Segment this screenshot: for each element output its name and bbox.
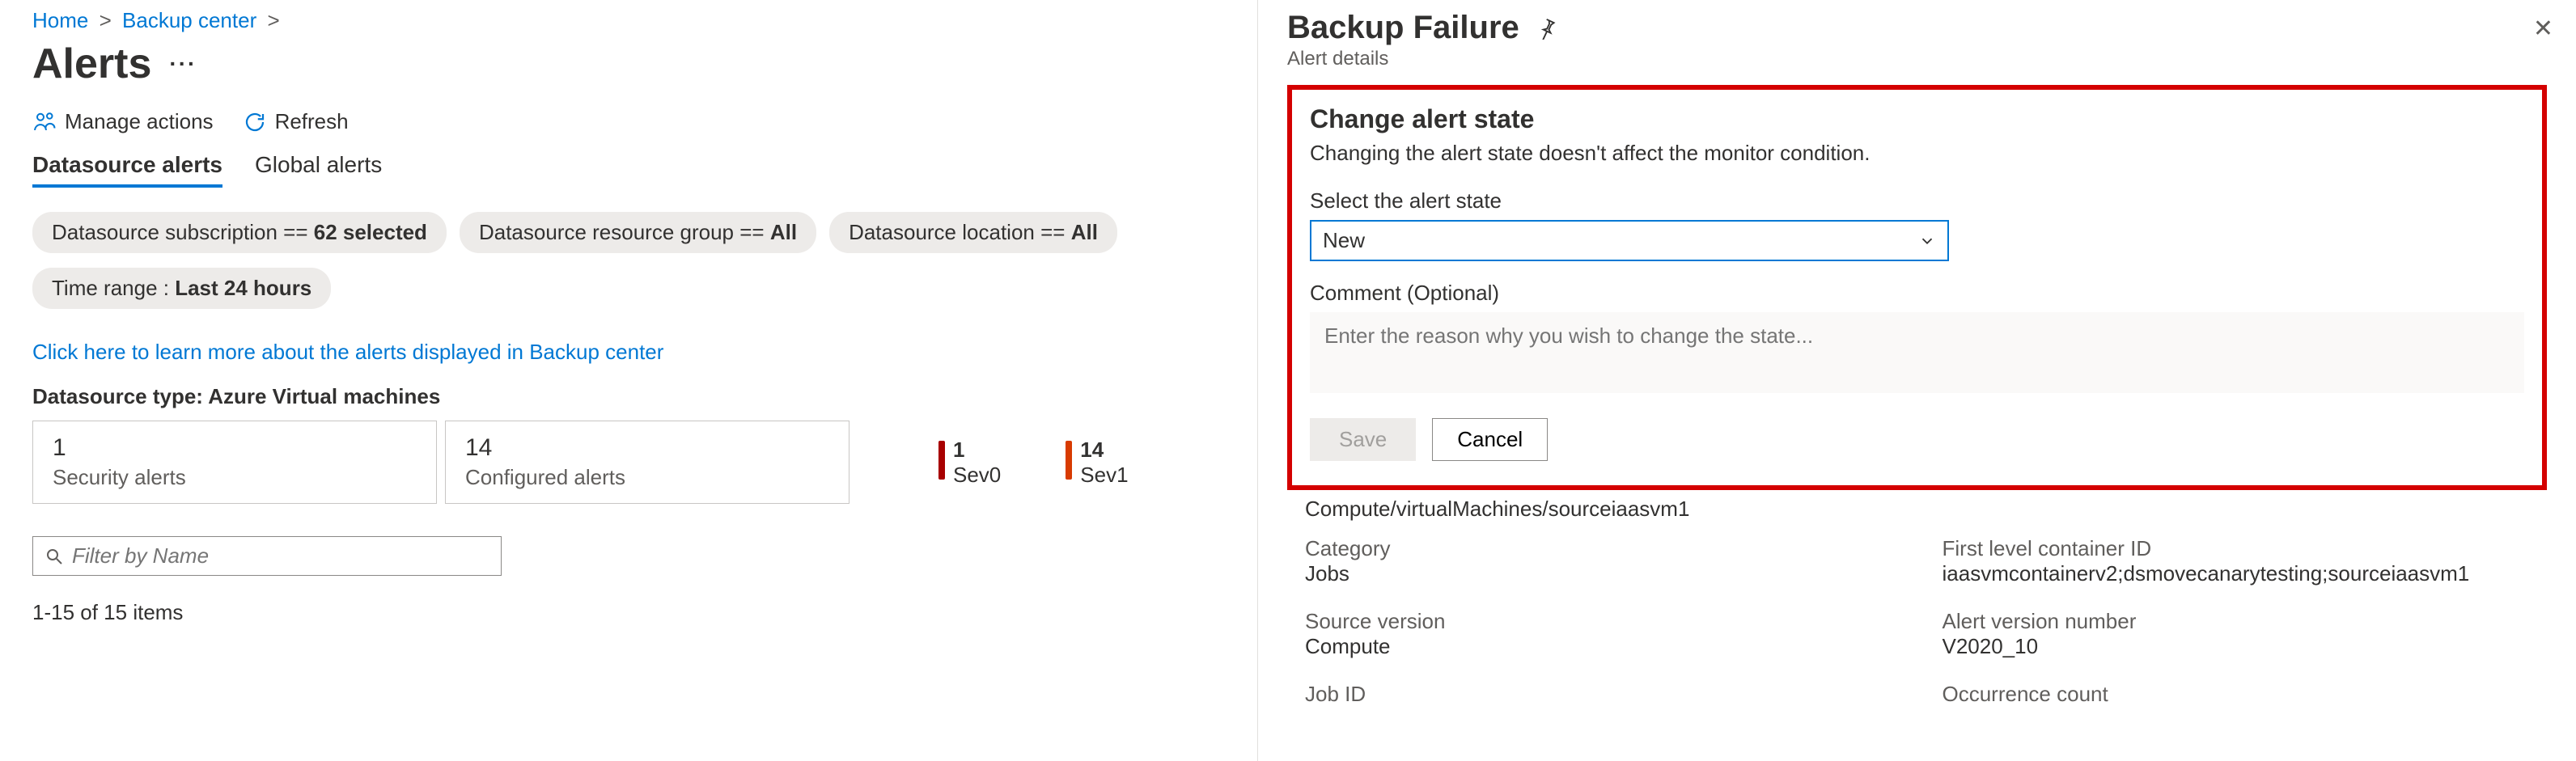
change-alert-state-box: Change alert state Changing the alert st… [1287, 85, 2547, 490]
occurrence-count-label: Occurrence count [1943, 682, 2548, 707]
configured-alerts-label: Configured alerts [465, 465, 829, 490]
change-alert-state-heading: Change alert state [1310, 104, 2524, 134]
source-version-label: Source version [1305, 609, 1910, 634]
security-alerts-count: 1 [53, 434, 417, 462]
breadcrumb-home[interactable]: Home [32, 8, 88, 32]
alert-state-select-label: Select the alert state [1310, 188, 2524, 214]
filter-by-name[interactable] [32, 536, 502, 576]
page-title: Alerts [32, 40, 151, 88]
filter-location[interactable]: Datasource location == All [829, 212, 1117, 253]
manage-actions-label: Manage actions [65, 109, 214, 134]
configured-alerts-count: 14 [465, 434, 829, 462]
job-id-label: Job ID [1305, 682, 1910, 707]
filter-time-range[interactable]: Time range : Last 24 hours [32, 268, 331, 309]
refresh-button[interactable]: Refresh [243, 109, 349, 134]
sev0-label: Sev0 [953, 463, 1001, 488]
breadcrumb-backup-center[interactable]: Backup center [122, 8, 256, 32]
change-alert-state-desc: Changing the alert state doesn't affect … [1310, 141, 2524, 166]
panel-header: Backup Failure Alert details ✕ [1258, 0, 2576, 85]
source-version-value: Compute [1305, 634, 1910, 659]
sev0[interactable]: 1 Sev0 [938, 438, 1001, 488]
breadcrumb: Home > Backup center > [32, 8, 1225, 33]
more-menu-icon[interactable]: ··· [169, 51, 197, 77]
alert-tabs: Datasource alerts Global alerts [32, 152, 1225, 188]
tab-global-alerts[interactable]: Global alerts [255, 152, 382, 188]
first-level-label: First level container ID [1943, 536, 2548, 561]
save-button[interactable]: Save [1310, 418, 1416, 461]
datasource-type-heading: Datasource type: Azure Virtual machines [32, 384, 1225, 409]
comment-textarea[interactable] [1310, 312, 2524, 393]
panel-title: Backup Failure [1287, 10, 1519, 46]
alert-state-select[interactable]: New [1310, 220, 1949, 261]
sev1-label: Sev1 [1080, 463, 1128, 488]
security-alerts-card[interactable]: 1 Security alerts [32, 421, 437, 504]
pin-icon[interactable] [1536, 17, 1558, 40]
alert-details-panel: Backup Failure Alert details ✕ Change al… [1257, 0, 2576, 761]
sev1-bar-icon [1066, 441, 1072, 480]
summary-cards: 1 Security alerts 14 Configured alerts 1… [32, 421, 1225, 504]
manage-actions-button[interactable]: Manage actions [32, 109, 214, 134]
alerts-main: Home > Backup center > Alerts ··· Manage… [0, 0, 1257, 761]
alert-version-value: V2020_10 [1943, 634, 2548, 659]
chevron-down-icon [1918, 232, 1936, 250]
toolbar: Manage actions Refresh [32, 109, 1225, 134]
filter-pills-row2: Time range : Last 24 hours [32, 268, 1225, 309]
first-level-value: iaasvmcontainerv2;dsmovecanarytesting;so… [1943, 561, 2548, 586]
close-icon[interactable]: ✕ [2533, 15, 2553, 43]
tab-datasource-alerts[interactable]: Datasource alerts [32, 152, 222, 188]
refresh-label: Refresh [275, 109, 349, 134]
filter-name-input[interactable] [72, 543, 489, 569]
alert-version-label: Alert version number [1943, 609, 2548, 634]
severity-summary: 1 Sev0 14 Sev1 [938, 438, 1129, 488]
search-icon [44, 547, 64, 566]
comment-label: Comment (Optional) [1310, 281, 2524, 306]
security-alerts-label: Security alerts [53, 465, 417, 490]
manage-actions-icon [32, 110, 57, 134]
configured-alerts-card[interactable]: 14 Configured alerts [445, 421, 849, 504]
filter-resource-group[interactable]: Datasource resource group == All [460, 212, 816, 253]
sev0-bar-icon [938, 441, 945, 480]
category-label: Category [1305, 536, 1910, 561]
category-value: Jobs [1305, 561, 1910, 586]
cancel-button[interactable]: Cancel [1432, 418, 1548, 461]
refresh-icon [243, 110, 267, 134]
alert-state-value: New [1323, 228, 1365, 253]
detail-grid: Category Jobs First level container ID i… [1287, 536, 2547, 707]
filter-subscription[interactable]: Datasource subscription == 62 selected [32, 212, 447, 253]
item-count: 1-15 of 15 items [32, 600, 1225, 625]
page-title-row: Alerts ··· [32, 40, 1225, 88]
form-buttons: Save Cancel [1310, 418, 2524, 461]
sev1-count: 14 [1080, 438, 1128, 463]
sev1[interactable]: 14 Sev1 [1066, 438, 1128, 488]
filter-pills: Datasource subscription == 62 selected D… [32, 212, 1225, 253]
sev0-count: 1 [953, 438, 1001, 463]
learn-more-link[interactable]: Click here to learn more about the alert… [32, 340, 663, 365]
panel-subtitle: Alert details [1287, 48, 2547, 70]
resource-path: Compute/virtualMachines/sourceiaasvm1 [1305, 497, 2547, 522]
panel-body: Change alert state Changing the alert st… [1258, 85, 2576, 761]
